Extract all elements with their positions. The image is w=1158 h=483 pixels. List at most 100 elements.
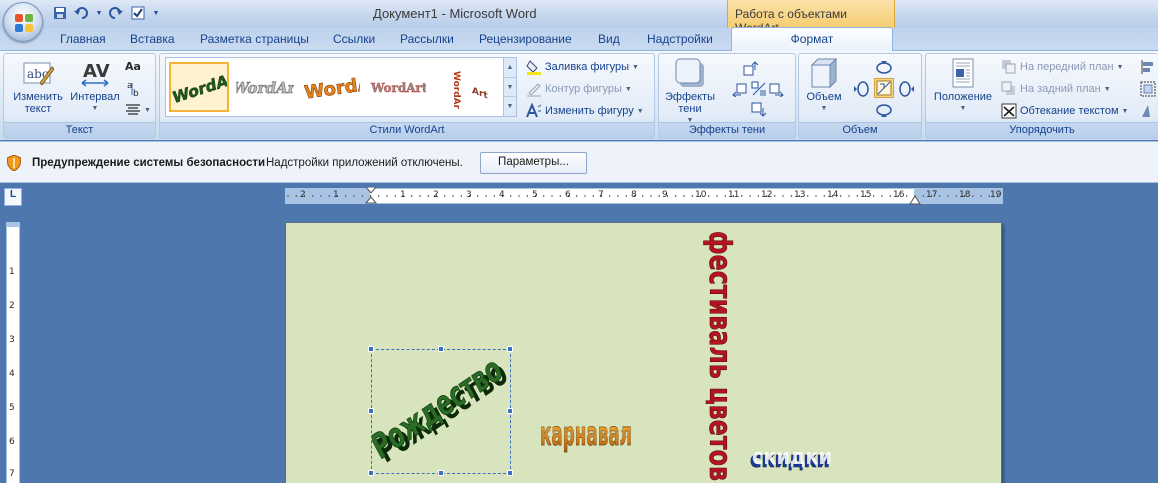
shape-fill-button[interactable]: Заливка фигуры ▼	[526, 59, 639, 75]
same-height-button[interactable]: Aa	[125, 58, 141, 72]
shape-fill-label: Заливка фигуры	[545, 61, 630, 73]
ribbon-tabs: Главная Вставка Разметка страницы Ссылки…	[0, 28, 1158, 50]
volume-button[interactable]: Объем ▼	[803, 57, 845, 115]
group-objects-button[interactable]	[1140, 81, 1156, 97]
tilt-left-button[interactable]	[853, 81, 871, 97]
edit-text-label-1: Изменить	[13, 91, 63, 103]
wordart-style-2[interactable]: WordArt	[235, 62, 295, 112]
checkbox-icon[interactable]	[129, 4, 147, 22]
horizontal-ruler[interactable]: 2 1 1 2 3 4 5 6 7 8 9 10 11 12 13 14 15 …	[285, 187, 1003, 205]
gallery-up-button[interactable]: ▲	[504, 58, 516, 78]
vruler-label: 7	[9, 469, 15, 479]
vruler-label: 5	[9, 403, 15, 413]
tab-review[interactable]: Рецензирование	[479, 32, 572, 46]
ruler-label: 15	[860, 190, 872, 200]
wordart-style-5[interactable]: WordArt Art	[433, 62, 493, 112]
ruler-label: 7	[598, 190, 604, 200]
first-line-indent-marker[interactable]	[365, 187, 377, 205]
tab-page-layout[interactable]: Разметка страницы	[200, 32, 309, 46]
shadow-effects-label-2: тени	[678, 103, 702, 115]
nudge-shadow-down-button[interactable]	[751, 102, 767, 118]
ruler-label: 4	[499, 190, 505, 200]
edit-text-icon: abc	[22, 57, 55, 89]
arrange-group-label: Упорядочить	[926, 122, 1158, 138]
ruler-label: 5	[532, 190, 538, 200]
tab-selector[interactable]: L	[4, 188, 22, 206]
ruler-label: 9	[662, 190, 668, 200]
text-wrap-button[interactable]: Обтекание текстом ▼	[1001, 103, 1128, 119]
send-back-button[interactable]: На задний план ▼	[1001, 81, 1111, 97]
edit-text-button[interactable]: abc Изменить текст	[9, 57, 67, 115]
ruler-label: 8	[631, 190, 637, 200]
tab-view[interactable]: Вид	[598, 32, 620, 46]
position-icon	[947, 57, 979, 89]
undo-icon[interactable]	[73, 4, 91, 22]
bring-front-button[interactable]: На передний план ▼	[1001, 59, 1124, 75]
gallery-more-button[interactable]: ▼	[504, 97, 516, 117]
ruler-label: 13	[794, 190, 806, 200]
vruler-label: 2	[9, 301, 15, 311]
text-group-label: Текст	[4, 122, 155, 138]
vertical-ruler[interactable]: 1 2 3 4 5 6 7	[6, 222, 20, 483]
tab-references[interactable]: Ссылки	[333, 32, 375, 46]
shape-outline-button[interactable]: Контур фигуры ▼	[526, 81, 632, 97]
shadow-effects-icon	[674, 57, 706, 89]
spacing-dropdown-icon: ▼	[91, 105, 99, 112]
nudge-shadow-up-button[interactable]	[743, 60, 759, 76]
tilt-down-button[interactable]	[875, 102, 893, 118]
customize-qat-icon[interactable]: ▼	[151, 4, 161, 22]
shadow-effects-button[interactable]: Эффекты тени ▼	[662, 57, 718, 127]
tab-home[interactable]: Главная	[60, 32, 106, 46]
shadow-toggle-icon	[751, 81, 766, 96]
align-text-button[interactable]: ▼	[125, 104, 151, 116]
document-page[interactable]: Рождество Рождество карнавал карнавал фе…	[285, 222, 1002, 483]
nudge-up-icon	[743, 61, 759, 76]
wordart-style-1[interactable]: WordArt	[169, 62, 229, 112]
shadow-toggle-button[interactable]	[751, 81, 767, 97]
options-button[interactable]: Параметры...	[480, 152, 587, 174]
redo-icon[interactable]	[107, 4, 125, 22]
tab-addins[interactable]: Надстройки	[647, 32, 713, 46]
rotate-objects-button[interactable]	[1140, 103, 1156, 119]
nudge-shadow-right-button[interactable]	[769, 81, 785, 97]
wordart-style-2-label: WordArt	[236, 79, 294, 97]
vertical-text-button[interactable]: ab	[125, 80, 141, 98]
wordart-style-3[interactable]: WordArt	[301, 62, 361, 112]
3d-toggle-button[interactable]	[874, 78, 894, 98]
tab-insert[interactable]: Вставка	[130, 32, 175, 46]
gallery-down-button[interactable]: ▼	[504, 77, 516, 98]
position-dropdown-icon: ▼	[959, 105, 967, 112]
right-indent-marker[interactable]	[909, 195, 921, 205]
save-icon[interactable]	[51, 4, 69, 22]
document-area: L 2 1 1 2 3 4 5 6 7 8 9 10 11 12 13 14 1…	[0, 184, 1158, 483]
ruler-label: 6	[565, 190, 571, 200]
wordart-style-5-accent: Art	[472, 85, 488, 102]
quick-access-toolbar: ▼ ▼	[51, 4, 161, 22]
align-objects-button[interactable]	[1140, 59, 1156, 75]
wordart-style-4[interactable]: WordArt	[367, 62, 427, 112]
arrange-group: Положение ▼ На передний план ▼ На задний…	[925, 53, 1158, 139]
tilt-right-button[interactable]	[897, 81, 915, 97]
fill-bucket-icon	[526, 60, 541, 75]
spacing-button[interactable]: AV Интервал ▼	[66, 57, 124, 115]
tilt-up-button[interactable]	[875, 60, 893, 76]
ruler-label: 19	[990, 190, 1002, 200]
nudge-shadow-left-button[interactable]	[731, 81, 747, 97]
wordart-selection-frame[interactable]: Рождество Рождество	[368, 346, 513, 476]
tab-format[interactable]: Формат	[731, 27, 893, 51]
position-button[interactable]: Положение ▼	[930, 57, 996, 115]
change-shape-button[interactable]: Изменить фигуру ▼	[526, 103, 644, 119]
wordart-karnaval: карнавал карнавал	[540, 415, 633, 453]
change-shape-icon	[526, 103, 542, 118]
rotate-objects-icon	[1142, 105, 1150, 117]
wordart-festival-text: фестиваль цветов	[702, 231, 734, 481]
tab-mailings[interactable]: Рассылки	[400, 32, 454, 46]
undo-dropdown-icon[interactable]: ▼	[95, 4, 103, 22]
office-button[interactable]	[3, 2, 43, 42]
gallery-scrollbar: ▲ ▼ ▼	[504, 57, 517, 117]
shape-fill-dropdown-icon: ▼	[632, 63, 639, 71]
ruler-label: 2	[433, 190, 439, 200]
ruler-label: 11	[728, 190, 740, 200]
wordart-rozhdestvo: Рождество Рождество	[372, 350, 512, 472]
office-logo-icon	[15, 14, 33, 32]
